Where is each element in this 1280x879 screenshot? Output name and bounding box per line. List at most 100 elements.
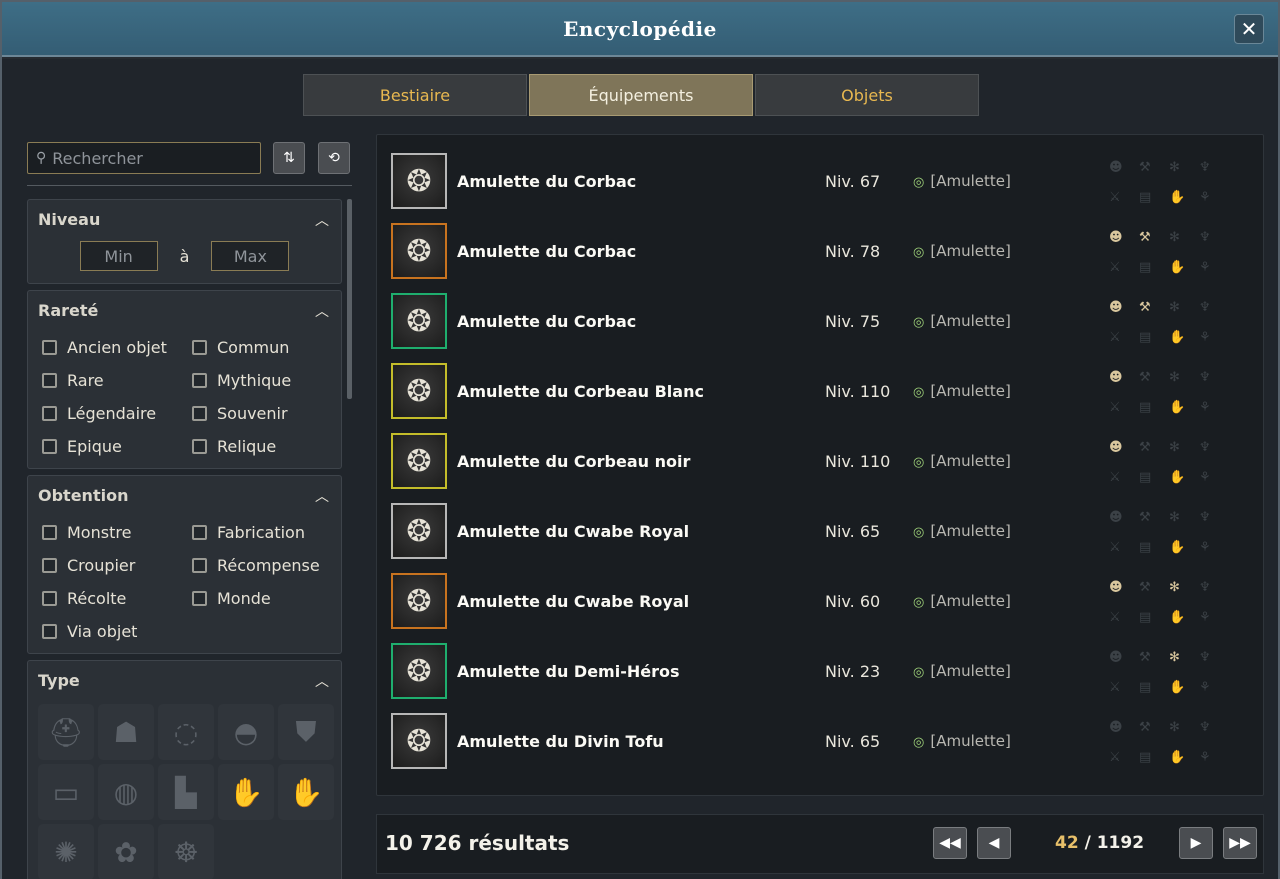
item-name[interactable]: Amulette du Corbeau noir — [457, 452, 690, 471]
checkbox-box[interactable] — [192, 340, 207, 355]
close-button[interactable]: ✕ — [1234, 14, 1264, 44]
result-row[interactable]: ❂ Amulette du Divin Tofu Niv. 65 ◎ [Amulette… — [389, 705, 1249, 775]
result-row[interactable]: ❂ Amulette du Cwabe Royal Niv. 60 ◎ [Amulett… — [389, 565, 1249, 635]
item-name[interactable]: Amulette du Cwabe Royal — [457, 592, 689, 611]
amulet-icon[interactable]: ❂ — [391, 363, 447, 419]
obtention-checkbox[interactable]: Monde — [192, 589, 342, 608]
amulet-icon[interactable]: ❂ — [391, 643, 447, 699]
result-row[interactable]: ❂ Amulette du Corbac Niv. 78 ◎ [Amulette] ☻ ⚒ ✻… — [389, 215, 1249, 285]
first-page-button[interactable]: ◀◀ — [933, 827, 967, 859]
checkbox-box[interactable] — [42, 340, 57, 355]
amulet-icon[interactable]: ❂ — [391, 433, 447, 489]
checkbox-box[interactable] — [192, 558, 207, 573]
chevron-up-icon[interactable]: ︿ — [315, 671, 329, 691]
world-icon: ⚘ — [1199, 610, 1211, 625]
checkbox-box[interactable] — [192, 591, 207, 606]
result-row[interactable]: ❂ Amulette du Corbeau Blanc Niv. 110 ◎ [Amul… — [389, 355, 1249, 425]
trophy-icon: ♆ — [1199, 440, 1211, 455]
level-min-input[interactable]: Min — [79, 241, 158, 271]
checkbox-box[interactable] — [42, 406, 57, 421]
checkbox-box[interactable] — [42, 439, 57, 454]
boots-icon[interactable]: ▙ — [158, 764, 214, 820]
item-name[interactable]: Amulette du Corbac — [457, 312, 636, 331]
amulet-icon[interactable]: ❂ — [391, 573, 447, 629]
breastplate-icon[interactable]: ⛊ — [278, 704, 334, 760]
checkbox-box[interactable] — [42, 558, 57, 573]
item-name[interactable]: Amulette du Demi-Héros — [457, 662, 680, 681]
item-type-label: [Amulette] — [930, 592, 1011, 610]
harvest-icon: ⚔ — [1109, 680, 1121, 695]
item-name[interactable]: Amulette du Corbac — [457, 172, 636, 191]
level-max-input[interactable]: Max — [211, 241, 290, 271]
result-row[interactable]: ❂ Amulette du Demi-Héros Niv. 23 ◎ [Amulette… — [389, 635, 1249, 705]
obtention-checkbox[interactable]: Récolte — [42, 589, 192, 608]
tab-bestiaire[interactable]: Bestiaire — [303, 74, 527, 116]
obtention-icons: ☻ ⚒ ✻ ♆ ⚔ ▤ ✋ ⚘ — [1109, 369, 1229, 417]
checkbox-box[interactable] — [42, 525, 57, 540]
amulet-icon[interactable]: ❂ — [391, 503, 447, 559]
checkbox-box[interactable] — [42, 373, 57, 388]
belt-icon[interactable]: ▭ — [38, 764, 94, 820]
chevron-up-icon[interactable]: ︿ — [315, 210, 329, 230]
result-row[interactable]: ❂ Amulette du Cwabe Royal Niv. 65 ◎ [Amulett… — [389, 495, 1249, 565]
reset-button[interactable]: ⟲ — [318, 142, 350, 174]
chest-icon: ▤ — [1139, 190, 1152, 205]
amulet-icon[interactable]: ❂ — [391, 713, 447, 769]
search-input[interactable]: ⚲ Rechercher — [27, 142, 261, 174]
prev-page-button[interactable]: ◀ — [977, 827, 1011, 859]
amulet-type-icon: ◎ — [913, 455, 925, 470]
sort-button[interactable]: ⇅ — [273, 142, 305, 174]
cape-icon[interactable]: ☗ — [98, 704, 154, 760]
obtention-checkbox[interactable]: Récompense — [192, 556, 342, 575]
checkbox-box[interactable] — [192, 373, 207, 388]
helmet-icon[interactable]: ⛑ — [38, 704, 94, 760]
rarity-checkbox[interactable]: Commun — [192, 338, 342, 357]
filter-scrollbar[interactable] — [347, 199, 352, 399]
amulet-icon[interactable]: ◌ — [158, 704, 214, 760]
checkbox-label: Monde — [217, 589, 271, 608]
right-hand-icon[interactable]: ✋ — [278, 764, 334, 820]
item-name[interactable]: Amulette du Corbac — [457, 242, 636, 261]
obtention-checkbox[interactable]: Croupier — [42, 556, 192, 575]
rarity-checkbox[interactable]: Souvenir — [192, 404, 342, 423]
checkbox-box[interactable] — [42, 591, 57, 606]
mount-icon[interactable]: ☸ — [158, 824, 214, 879]
chevron-up-icon[interactable]: ︿ — [315, 486, 329, 506]
trophy-icon: ♆ — [1199, 720, 1211, 735]
next-page-button[interactable]: ▶ — [1179, 827, 1213, 859]
content-area: Bestiaire Équipements Objets ⚲ Recherche… — [2, 59, 1278, 879]
tab-objets[interactable]: Objets — [755, 74, 979, 116]
item-name[interactable]: Amulette du Corbeau Blanc — [457, 382, 704, 401]
obtention-checkbox[interactable]: Via objet — [42, 622, 192, 641]
rarity-checkbox[interactable]: Mythique — [192, 371, 342, 390]
result-row[interactable]: ❂ Amulette du Corbac Niv. 67 ◎ [Amulette] ☻ ⚒ ✻… — [389, 145, 1249, 215]
level-filter: Niveau ︿ Min à Max — [27, 199, 342, 284]
result-row[interactable]: ❂ Amulette du Corbeau noir Niv. 110 ◎ [Amule… — [389, 425, 1249, 495]
emblem-icon[interactable]: ✺ — [38, 824, 94, 879]
rarity-checkbox[interactable]: Relique — [192, 437, 342, 456]
ring-icon[interactable]: ◍ — [98, 764, 154, 820]
reward-icon: ✻ — [1169, 580, 1180, 595]
rarity-checkbox[interactable]: Ancien objet — [42, 338, 192, 357]
checkbox-box[interactable] — [42, 624, 57, 639]
tab-equipements[interactable]: Équipements — [529, 74, 753, 116]
last-page-button[interactable]: ▶▶ — [1223, 827, 1257, 859]
item-name[interactable]: Amulette du Cwabe Royal — [457, 522, 689, 541]
rarity-checkbox[interactable]: Epique — [42, 437, 192, 456]
obtention-checkbox[interactable]: Monstre — [42, 523, 192, 542]
rarity-checkbox[interactable]: Rare — [42, 371, 192, 390]
amulet-icon[interactable]: ❂ — [391, 293, 447, 349]
pet-icon[interactable]: ✿ — [98, 824, 154, 879]
amulet-icon[interactable]: ❂ — [391, 153, 447, 209]
chevron-up-icon[interactable]: ︿ — [315, 301, 329, 321]
checkbox-box[interactable] — [192, 525, 207, 540]
left-hand-icon[interactable]: ✋ — [218, 764, 274, 820]
checkbox-box[interactable] — [192, 439, 207, 454]
amulet-icon[interactable]: ❂ — [391, 223, 447, 279]
item-name[interactable]: Amulette du Divin Tofu — [457, 732, 664, 751]
rarity-checkbox[interactable]: Légendaire — [42, 404, 192, 423]
checkbox-box[interactable] — [192, 406, 207, 421]
obtention-checkbox[interactable]: Fabrication — [192, 523, 342, 542]
result-row[interactable]: ❂ Amulette du Corbac Niv. 75 ◎ [Amulette] ☻ ⚒ ✻… — [389, 285, 1249, 355]
epaulettes-icon[interactable]: ◓ — [218, 704, 274, 760]
